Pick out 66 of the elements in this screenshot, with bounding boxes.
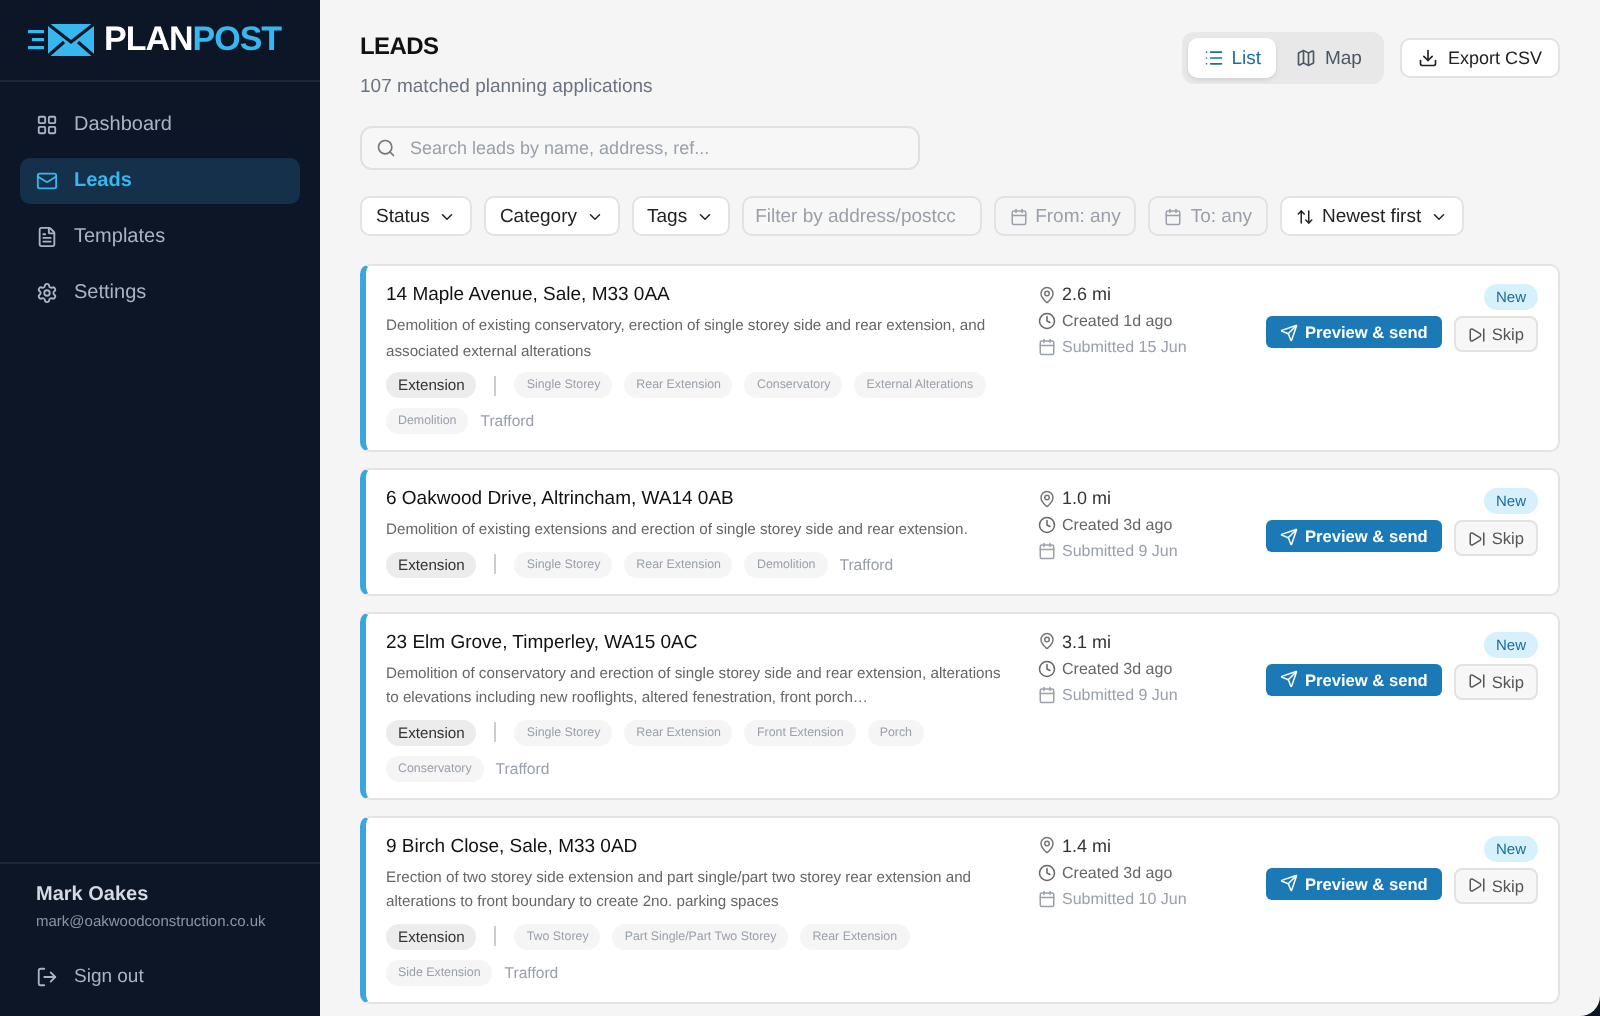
results-count: 107 matched planning applications (360, 76, 653, 98)
clock-icon (1038, 863, 1056, 881)
calendar-icon (1038, 889, 1056, 907)
distance: 1.0 mi (1038, 488, 1278, 508)
envelope-logo-icon (28, 22, 96, 58)
pin-icon (1038, 489, 1056, 507)
lead-address: 6 Oakwood Drive, Altrincham, WA14 0AB (386, 488, 736, 510)
send-icon (1279, 670, 1298, 688)
sort-dropdown[interactable]: Newest first (1279, 196, 1464, 236)
mail-icon (36, 170, 58, 192)
sign-out-link[interactable]: Sign out (36, 966, 284, 988)
skip-button[interactable]: Skip (1453, 663, 1538, 699)
view-tab[interactable]: List (1187, 38, 1277, 78)
filter-dropdown[interactable]: Status (360, 196, 472, 236)
calendar-icon (1038, 542, 1056, 560)
user-name: Mark Oakes (36, 884, 151, 906)
skip-icon (1467, 529, 1486, 547)
skip-button[interactable]: Skip (1453, 867, 1538, 903)
distance: 1.4 mi (1038, 835, 1278, 855)
send-icon (1279, 323, 1298, 341)
sidebar-item[interactable]: Templates (20, 214, 300, 260)
distance: 2.6 mi (1038, 284, 1278, 304)
send-icon (1279, 527, 1298, 545)
logo-text: PLANPOST (104, 20, 282, 60)
pin-icon (1038, 285, 1056, 303)
clock-icon (1038, 312, 1056, 330)
download-icon (1417, 48, 1438, 68)
lead-address: 23 Elm Grove, Timperley, WA15 0AC (386, 631, 700, 653)
lead-address: 14 Maple Avenue, Sale, M33 0AA (386, 284, 672, 306)
pin-icon (1038, 836, 1056, 854)
preview-send-button[interactable]: Preview & send (1265, 867, 1442, 899)
page-title: LEADS (360, 32, 441, 60)
sidebar-item[interactable]: Dashboard (20, 102, 300, 148)
clock-icon (1038, 659, 1056, 677)
pin-icon (1038, 632, 1056, 650)
lead-address: 9 Birch Close, Sale, M33 0AD (386, 835, 640, 857)
document-icon (36, 226, 58, 248)
distance: 3.1 mi (1038, 631, 1278, 651)
map-icon (1296, 48, 1317, 68)
search-field[interactable]: Search leads by name, address, ref... (360, 126, 920, 170)
preview-send-button[interactable]: Preview & send (1265, 520, 1442, 552)
sidebar-item[interactable]: Settings (20, 270, 300, 316)
calendar-icon (1038, 685, 1056, 703)
filter-dropdown[interactable]: Tags (631, 196, 730, 236)
dashboard-icon (36, 114, 58, 136)
search-icon (376, 138, 396, 158)
preview-send-button[interactable]: Preview & send (1265, 316, 1442, 348)
sign-out-icon (36, 966, 58, 988)
calendar-icon (1009, 207, 1028, 225)
skip-icon (1467, 325, 1486, 343)
calendar-icon (1164, 207, 1183, 225)
address-filter-field[interactable]: Filter by address/postcc (741, 196, 982, 236)
view-tab[interactable]: Map (1280, 38, 1378, 78)
calendar-icon (1038, 338, 1056, 356)
preview-send-button[interactable]: Preview & send (1265, 663, 1442, 695)
skip-button[interactable]: Skip (1453, 520, 1538, 556)
clock-icon (1038, 516, 1056, 534)
settings-icon (36, 282, 58, 304)
filter-dropdown[interactable]: Category (483, 196, 619, 236)
skip-icon (1467, 876, 1486, 894)
sort-icon (1295, 207, 1314, 225)
sidebar-item[interactable]: Leads (20, 158, 300, 204)
export-button[interactable]: Export CSV (1399, 38, 1560, 78)
skip-button[interactable]: Skip (1453, 316, 1538, 352)
skip-icon (1467, 672, 1486, 690)
send-icon (1279, 874, 1298, 892)
